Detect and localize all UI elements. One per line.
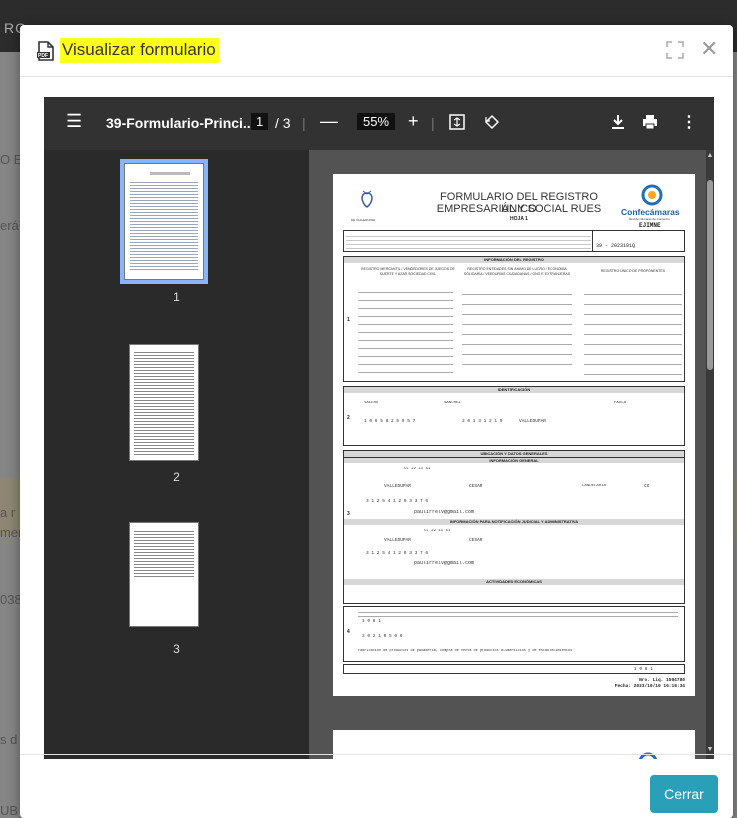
page-number-input[interactable]: 1 — [251, 113, 269, 130]
address: CL 22 11 51 — [404, 467, 431, 471]
modal-title: Visualizar formulario — [60, 38, 219, 63]
form-code: EJIMNE — [639, 222, 661, 229]
zoom-level[interactable]: 55% — [357, 113, 396, 130]
confecamaras-logo-icon — [641, 184, 663, 206]
notif-email: paulirrelv@gmail.com — [414, 561, 475, 566]
background-text: 038 — [0, 592, 22, 607]
disclaimer-text: 39 - 2023101Q — [343, 230, 685, 252]
scroll-down-icon[interactable]: ▼ — [706, 746, 714, 753]
print-date: Fecha: 2023/10/10 16:18:34 — [614, 684, 685, 689]
pdf-viewer: ☰ 39-Formulario-Princi... 1 / 3 | — 55% … — [44, 97, 714, 759]
subsection-title: ACTIVIDADES ECONÓMICAS — [344, 579, 684, 585]
thumbnail-number: 2 — [173, 470, 180, 484]
fit-page-icon[interactable] — [449, 114, 465, 130]
thumbnail-number: 3 — [173, 642, 180, 656]
id-number: 1 0 6 5 8 2 5 9 5 7 — [364, 419, 416, 424]
close-button[interactable]: Cerrar — [650, 775, 718, 813]
zoom-in-button[interactable]: + — [408, 111, 419, 132]
pdf-filename: 39-Formulario-Princi... — [106, 115, 255, 131]
toolbar-divider: | — [431, 115, 435, 131]
section-actividades: 1 0 8 1 2 0 2 1 0 5 0 6 Fabricación de p… — [343, 606, 685, 662]
more-options-icon[interactable]: ⋮ — [681, 112, 697, 132]
background-text: s d — [0, 732, 18, 747]
ciiu-code: 1 0 8 1 — [362, 619, 381, 624]
chamber-logo-icon — [361, 190, 373, 208]
sheet-label: HOJA 1 — [510, 216, 528, 222]
section-title: IDENTIFICACIÓN — [344, 387, 684, 393]
close-icon[interactable]: ✕ — [700, 37, 718, 61]
print-icon[interactable] — [642, 114, 658, 130]
locality: CANDELARIA — [582, 484, 607, 488]
page-total: / 3 — [275, 115, 291, 131]
section-title: INFORMACIÓN DEL REGISTRO — [344, 257, 684, 263]
zoom-out-button[interactable]: — — [320, 111, 338, 132]
surname1: VALERO — [364, 401, 379, 405]
form-preview-modal: PDF Visualizar formulario ✕ ☰ 39-Formula… — [20, 25, 733, 818]
expedition-city: VALLEDUPAR — [519, 419, 547, 424]
background-text: a r — [0, 505, 16, 520]
liquidation-number: Nro. Liq. 1504780 — [639, 678, 685, 683]
thumbnail-sidebar: 1 2 3 — [44, 150, 309, 759]
surname2: SANCHEZ — [444, 401, 461, 405]
background-text: UB — [0, 803, 19, 818]
page-thumbnail[interactable] — [120, 159, 208, 284]
given-name: PAULA — [614, 401, 627, 405]
expand-icon[interactable] — [666, 41, 684, 59]
col-proponentes-header: REGISTRO ÚNICO DE PROPONENTES — [600, 269, 666, 273]
svg-text:PDF: PDF — [38, 53, 48, 59]
pdf-file-icon: PDF — [37, 41, 54, 61]
pdf-page-area: DE VALLEDUPAR FORMULARIO DEL REGISTRO ÚN… — [309, 150, 714, 759]
pdf-page: DE VALLEDUPAR FORMULARIO DEL REGISTRO ÚN… — [333, 174, 695, 696]
section-identificacion: IDENTIFICACIÓN VALERO SANCHEZ PAULA 1 0 … — [343, 386, 685, 446]
pdf-toolbar: ☰ 39-Formulario-Princi... 1 / 3 | — 55% … — [44, 97, 714, 150]
section-registro: INFORMACIÓN DEL REGISTRO REGISTRO MERCAN… — [343, 256, 685, 382]
scroll-up-icon[interactable]: ▲ — [706, 152, 714, 159]
rotate-icon[interactable] — [484, 114, 500, 130]
page-thumbnail[interactable] — [129, 344, 199, 461]
toolbar-divider: | — [302, 115, 306, 131]
notif-city: VALLEDUPAR — [384, 538, 412, 543]
subsection-title: INFORMACIÓN PARA NOTIFICACIÓN JUDICIAL Y… — [344, 519, 684, 525]
activity-description: Fabricación de productos de panadería, c… — [358, 649, 573, 653]
thumbnail-number: 1 — [173, 290, 180, 304]
ciiu-income-code: 1 0 8 1 — [634, 667, 653, 672]
section-ciiu-income: 1 0 8 1 — [343, 664, 685, 674]
city: VALLEDUPAR — [384, 484, 412, 489]
form-subtitle: EMPRESARIAL Y SOCIAL RUES — [436, 203, 602, 215]
start-date: 2 0 2 1 0 5 0 6 — [362, 634, 403, 639]
confecamaras-logo: Confecámaras — [621, 207, 680, 217]
download-icon[interactable] — [610, 114, 626, 130]
modal-footer: Cerrar — [20, 754, 733, 818]
section-ubicacion: UBICACIÓN Y DATOS GENERALES INFORMACIÓN … — [343, 450, 685, 604]
department: CESAR — [469, 484, 483, 489]
email: paulirrelv@gmail.com — [414, 510, 475, 515]
country: CO — [644, 484, 650, 489]
chamber-name: DE VALLEDUPAR — [351, 218, 376, 222]
phone: 3 1 2 5 4 1 2 9 3 3 7 6 — [366, 499, 429, 504]
menu-icon[interactable]: ☰ — [66, 111, 82, 132]
expedition-date: 2 0 1 3 1 2 1 9 — [462, 419, 503, 424]
scrollbar-thumb[interactable] — [707, 180, 713, 370]
modal-header: PDF Visualizar formulario ✕ — [20, 25, 733, 77]
scrollbar[interactable]: ▲ ▼ — [706, 150, 714, 759]
notif-phone: 3 1 2 5 4 1 2 9 3 3 7 6 — [366, 551, 429, 556]
notif-address: CL 22 11 51 — [424, 529, 451, 533]
notif-department: CESAR — [469, 538, 483, 543]
subsection-title: INFORMACIÓN GENERAL — [344, 457, 684, 463]
form-id: 39 - 2023101Q — [596, 243, 636, 249]
background-text: erá — [0, 218, 19, 233]
page-thumbnail[interactable] — [129, 522, 199, 627]
col-mercantil-header: REGISTRO MERCANTIL / VENDEDORES DE JUEGO… — [361, 267, 455, 276]
col-esal-header: REGISTRO ENTIDADES SIN ÁNIMO DE LUCRO / … — [463, 267, 571, 276]
